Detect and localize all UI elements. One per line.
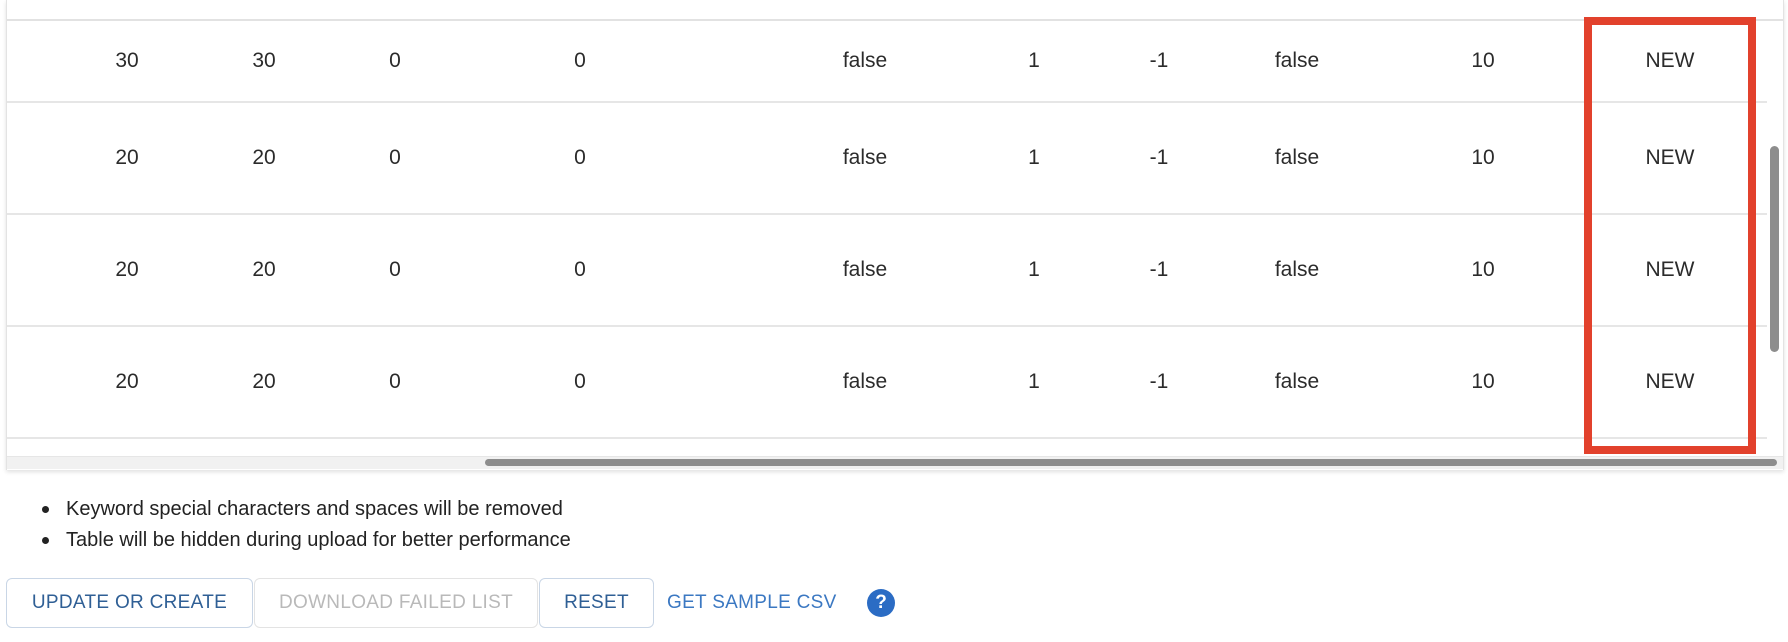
table-cell: false — [1274, 370, 1320, 393]
table-cell: 0 — [389, 146, 401, 169]
table-cell: 10 — [1471, 370, 1495, 393]
table-row: 30 30 0 0 false 1 -1 false 10 NEW — [7, 21, 1767, 103]
table-cell: 20 — [252, 258, 276, 281]
table-cell: 0 — [389, 49, 401, 72]
table-cell: -1 — [1149, 258, 1169, 281]
horizontal-scrollbar[interactable] — [485, 459, 1777, 466]
update-or-create-button[interactable]: UPDATE OR CREATE — [6, 578, 253, 628]
table-cell: 1 — [1028, 146, 1040, 169]
table-cell: 10 — [1471, 49, 1495, 72]
table-cell: 1 — [1028, 258, 1040, 281]
table-cell: -1 — [1149, 49, 1169, 72]
question-circle-icon[interactable]: ? — [867, 589, 895, 617]
table-cell: 0 — [574, 49, 586, 72]
note-text: Table will be hidden during upload for b… — [66, 529, 571, 551]
table-cell: false — [842, 370, 888, 393]
table-cell: -1 — [1149, 370, 1169, 393]
table-cell: false — [1274, 146, 1320, 169]
table-row: 20 20 0 0 false 1 -1 false 10 NEW — [7, 215, 1767, 327]
note-item: Keyword special characters and spaces wi… — [42, 494, 571, 525]
table-cell: 1 — [1028, 49, 1040, 72]
bullet-icon — [42, 506, 49, 513]
status-column-highlight — [1584, 17, 1756, 454]
table-cell: -1 — [1149, 146, 1169, 169]
upload-notes: Keyword special characters and spaces wi… — [42, 494, 571, 556]
table-cell: 20 — [252, 146, 276, 169]
table-cell: false — [842, 146, 888, 169]
table-cell: 10 — [1471, 146, 1495, 169]
note-item: Table will be hidden during upload for b… — [42, 525, 571, 556]
table-cell: false — [1274, 258, 1320, 281]
table-cell: 20 — [115, 370, 139, 393]
vertical-scrollbar[interactable] — [1770, 146, 1779, 352]
table-cell: 20 — [252, 370, 276, 393]
table-cell: 30 — [252, 49, 276, 72]
reset-button[interactable]: RESET — [539, 578, 654, 628]
table-cell: 30 — [115, 49, 139, 72]
table-cell: 0 — [389, 370, 401, 393]
table-cell: false — [842, 49, 888, 72]
table-cell: 10 — [1471, 258, 1495, 281]
bullet-icon — [42, 537, 49, 544]
table-cell: 0 — [389, 258, 401, 281]
note-text: Keyword special characters and spaces wi… — [66, 498, 563, 520]
table-cell: 1 — [1028, 370, 1040, 393]
table-cell: 20 — [115, 258, 139, 281]
table-row: 20 20 0 0 false 1 -1 false 10 NEW — [7, 103, 1767, 215]
data-table: 30 30 0 0 false 1 -1 false 10 NEW 20 20 … — [6, 0, 1784, 470]
table-row: 20 20 0 0 false 1 -1 false 10 NEW — [7, 327, 1767, 439]
table-cell: 0 — [574, 146, 586, 169]
table-cell: false — [1274, 49, 1320, 72]
table-cell: 20 — [115, 146, 139, 169]
table-cell: 0 — [574, 370, 586, 393]
get-sample-csv-link[interactable]: GET SAMPLE CSV — [667, 578, 837, 628]
table-cell: false — [842, 258, 888, 281]
download-failed-list-button[interactable]: DOWNLOAD FAILED LIST — [254, 578, 538, 628]
table-cell: 0 — [574, 258, 586, 281]
